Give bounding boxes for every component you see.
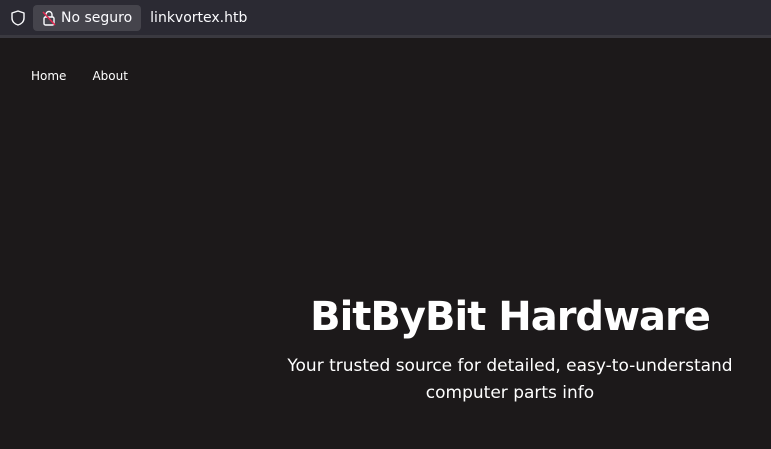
insecure-lock-icon bbox=[41, 10, 57, 26]
nav-link-about[interactable]: About bbox=[92, 69, 127, 83]
site-nav: Home About bbox=[31, 69, 128, 83]
shield-icon[interactable] bbox=[9, 9, 27, 27]
site-security-button[interactable]: No seguro bbox=[33, 4, 142, 31]
security-status-label: No seguro bbox=[61, 9, 133, 26]
page-content: Home About BitByBit Hardware Your truste… bbox=[0, 38, 771, 449]
hero-section: BitByBit Hardware Your trusted source fo… bbox=[250, 295, 770, 407]
hero-title: BitByBit Hardware bbox=[310, 294, 711, 340]
browser-url-bar: No seguro linkvortex.htb bbox=[0, 0, 771, 35]
url-text[interactable]: linkvortex.htb bbox=[150, 10, 247, 26]
nav-link-home[interactable]: Home bbox=[31, 69, 66, 83]
hero-subtitle: Your trusted source for detailed, easy-t… bbox=[287, 356, 733, 403]
